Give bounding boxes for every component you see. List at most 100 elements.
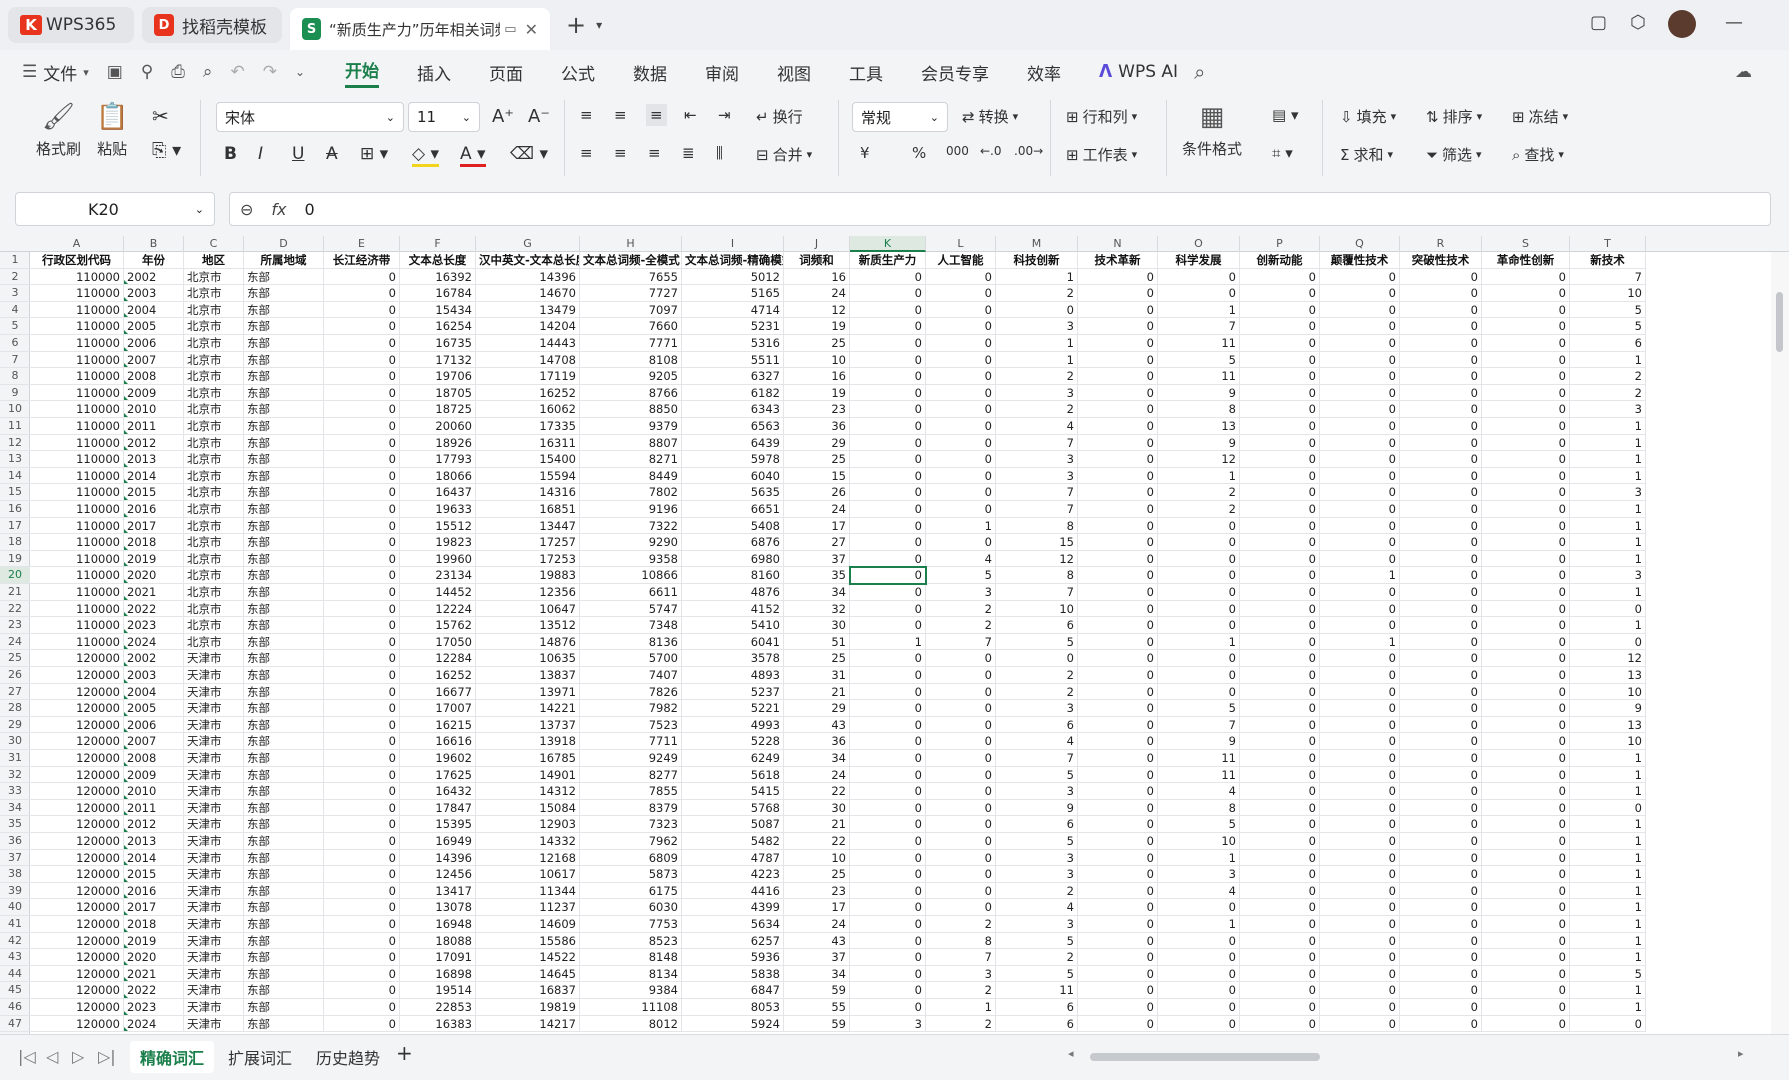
undo-icon[interactable]: ↶: [230, 62, 244, 82]
table-cell[interactable]: 0: [324, 899, 400, 916]
table-cell[interactable]: 1: [1570, 816, 1646, 833]
table-cell[interactable]: 0: [1158, 285, 1240, 302]
column-header-E[interactable]: E: [324, 236, 400, 252]
table-cell[interactable]: 北京市: [184, 434, 244, 452]
row-header[interactable]: 15: [0, 484, 30, 501]
table-cell[interactable]: 2013: [124, 451, 184, 468]
table-cell[interactable]: 110000: [30, 501, 124, 518]
table-cell[interactable]: 天津市: [184, 733, 244, 750]
table-cell[interactable]: 0: [1400, 318, 1482, 335]
table-cell[interactable]: 7962: [580, 833, 682, 850]
table-cell[interactable]: 0: [1320, 268, 1400, 286]
table-cell[interactable]: 0: [1240, 368, 1320, 385]
table-cell[interactable]: 0: [1400, 799, 1482, 817]
table-cell[interactable]: 4: [1158, 783, 1240, 800]
table-cell[interactable]: 2021: [124, 965, 184, 983]
table-cell[interactable]: 110000: [30, 368, 124, 385]
table-cell[interactable]: 17091: [400, 949, 476, 966]
table-cell[interactable]: 2004: [124, 683, 184, 701]
table-cell[interactable]: 0: [926, 833, 996, 850]
table-cell[interactable]: 0: [1400, 916, 1482, 933]
table-cell[interactable]: 东部: [244, 434, 324, 452]
tab-template[interactable]: D 找稻壳模板: [142, 7, 282, 43]
fx-icon[interactable]: fx: [271, 200, 286, 219]
table-cell[interactable]: 0: [850, 899, 926, 916]
file-menu[interactable]: 文件: [43, 60, 77, 85]
table-cell[interactable]: 5873: [580, 866, 682, 883]
table-cell[interactable]: 0: [1320, 882, 1400, 900]
header-cell[interactable]: 文本总词频-精确模式: [682, 252, 784, 269]
table-cell[interactable]: 0: [1240, 434, 1320, 452]
table-cell[interactable]: 2009: [124, 384, 184, 402]
table-cell[interactable]: 天津市: [184, 816, 244, 833]
table-cell[interactable]: 13: [1570, 667, 1646, 684]
row-header[interactable]: 21: [0, 584, 30, 601]
menu-insert[interactable]: 插入: [417, 60, 451, 85]
table-cell[interactable]: 0: [850, 368, 926, 385]
table-cell[interactable]: 0: [1240, 517, 1320, 535]
table-cell[interactable]: 7771: [580, 335, 682, 352]
zoom-icon[interactable]: ⊖: [240, 200, 253, 219]
table-cell[interactable]: 0: [850, 733, 926, 750]
table-cell[interactable]: 2022: [124, 982, 184, 999]
fill-color-icon[interactable]: ◇ ▾: [412, 144, 440, 167]
table-cell[interactable]: 1: [1320, 633, 1400, 651]
table-cell[interactable]: 0: [1240, 766, 1320, 784]
table-cell[interactable]: 8148: [580, 949, 682, 966]
table-cell[interactable]: 北京市: [184, 584, 244, 601]
table-cell[interactable]: 4: [996, 418, 1078, 435]
table-cell[interactable]: 0: [1320, 617, 1400, 634]
crop-icon[interactable]: ⌗ ▾: [1272, 144, 1293, 162]
table-cell[interactable]: 0: [1158, 600, 1240, 618]
table-cell[interactable]: 0: [1078, 799, 1158, 817]
column-header-A[interactable]: A: [30, 236, 124, 252]
table-cell[interactable]: 3: [996, 451, 1078, 468]
row-header[interactable]: 13: [0, 451, 30, 468]
table-cell[interactable]: 16252: [400, 667, 476, 684]
table-cell[interactable]: 34: [784, 750, 850, 767]
table-cell[interactable]: 120000: [30, 899, 124, 916]
table-cell[interactable]: 0: [850, 965, 926, 983]
table-cell[interactable]: 0: [1482, 268, 1570, 286]
table-cell[interactable]: 7523: [580, 716, 682, 734]
format-painter-button[interactable]: 🖌 格式刷: [36, 102, 81, 159]
table-cell[interactable]: 23: [784, 882, 850, 900]
paste-button[interactable]: 📋 粘贴: [96, 102, 128, 159]
table-cell[interactable]: 0: [324, 434, 400, 452]
table-cell[interactable]: 17132: [400, 351, 476, 369]
row-header[interactable]: 17: [0, 518, 30, 535]
table-cell[interactable]: 东部: [244, 882, 324, 900]
table-cell[interactable]: 36: [784, 418, 850, 435]
row-header[interactable]: 16: [0, 501, 30, 518]
table-cell[interactable]: 23134: [400, 567, 476, 584]
table-cell[interactable]: 0: [926, 882, 996, 900]
table-cell[interactable]: 0: [1078, 351, 1158, 369]
table-cell[interactable]: 8: [926, 932, 996, 950]
table-cell[interactable]: 0: [1240, 866, 1320, 883]
table-cell[interactable]: 8523: [580, 932, 682, 950]
table-cell[interactable]: 19514: [400, 982, 476, 999]
horizontal-scrollbar[interactable]: [1090, 1053, 1320, 1061]
table-cell[interactable]: 2024: [124, 633, 184, 651]
table-cell[interactable]: 0: [850, 517, 926, 535]
table-cell[interactable]: 0: [926, 899, 996, 916]
table-cell[interactable]: 0: [1482, 434, 1570, 452]
table-cell[interactable]: 北京市: [184, 617, 244, 634]
table-cell[interactable]: 北京市: [184, 534, 244, 551]
table-cell[interactable]: 东部: [244, 617, 324, 634]
table-cell[interactable]: 17119: [476, 368, 580, 385]
table-cell[interactable]: 东部: [244, 783, 324, 800]
table-cell[interactable]: 8053: [682, 999, 784, 1016]
table-cell[interactable]: 北京市: [184, 567, 244, 584]
table-cell[interactable]: 0: [850, 534, 926, 551]
table-cell[interactable]: 0: [1320, 550, 1400, 568]
table-cell[interactable]: 2: [926, 982, 996, 999]
table-cell[interactable]: 1: [1570, 501, 1646, 518]
table-cell[interactable]: 0: [1320, 766, 1400, 784]
table-cell[interactable]: 0: [1482, 617, 1570, 634]
row-header[interactable]: 25: [0, 650, 30, 667]
sort-button[interactable]: ⇅ 排序 ▾: [1426, 106, 1482, 127]
hamburger-icon[interactable]: ☰: [22, 62, 37, 82]
table-cell[interactable]: 2014: [124, 467, 184, 485]
table-cell[interactable]: 0: [1078, 318, 1158, 335]
